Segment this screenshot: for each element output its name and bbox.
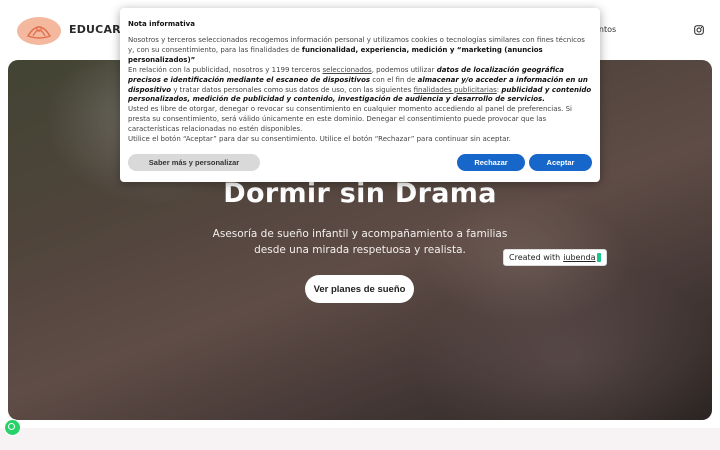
hero-subtitle: Asesoría de sueño infantil y acompañamie…	[212, 228, 508, 256]
dialog-paragraph-2: En relación con la publicidad, nosotros …	[128, 65, 592, 104]
dialog-paragraph-3: Usted es libre de otorgar, denegar o rev…	[128, 105, 572, 134]
dialog-body: Nosotros y terceros seleccionados recoge…	[128, 36, 592, 145]
accept-button[interactable]: Aceptar	[529, 154, 592, 171]
iubenda-link[interactable]: iubenda	[563, 253, 595, 262]
lotus-logo[interactable]	[16, 14, 62, 46]
instagram-icon[interactable]	[694, 25, 704, 35]
sleep-plans-button[interactable]: Ver planes de sueño	[305, 275, 414, 303]
dialog-title: Nota informativa	[128, 20, 195, 28]
dialog-paragraph-1: Nosotros y terceros seleccionados recoge…	[128, 36, 585, 64]
advertising-purposes-link[interactable]: finalidades publicitarias	[414, 86, 497, 94]
hero-title: Dormir sin Drama	[223, 178, 497, 209]
learn-more-button[interactable]: Saber más y personalizar	[128, 154, 260, 171]
reject-button[interactable]: Rechazar	[457, 154, 525, 171]
cookie-consent-dialog: Nota informativa Nosotros y terceros sel…	[120, 8, 600, 182]
iubenda-prefix: Created with	[509, 253, 561, 262]
iubenda-badge[interactable]: Created with iubenda	[503, 249, 607, 266]
whatsapp-icon[interactable]	[4, 419, 21, 436]
dialog-paragraph-4: Utilice el botón “Aceptar” para dar su c…	[128, 135, 511, 144]
iubenda-mark-icon	[597, 253, 601, 262]
selected-partners-link[interactable]: seleccionados	[322, 66, 371, 74]
footer-strip	[0, 428, 720, 450]
